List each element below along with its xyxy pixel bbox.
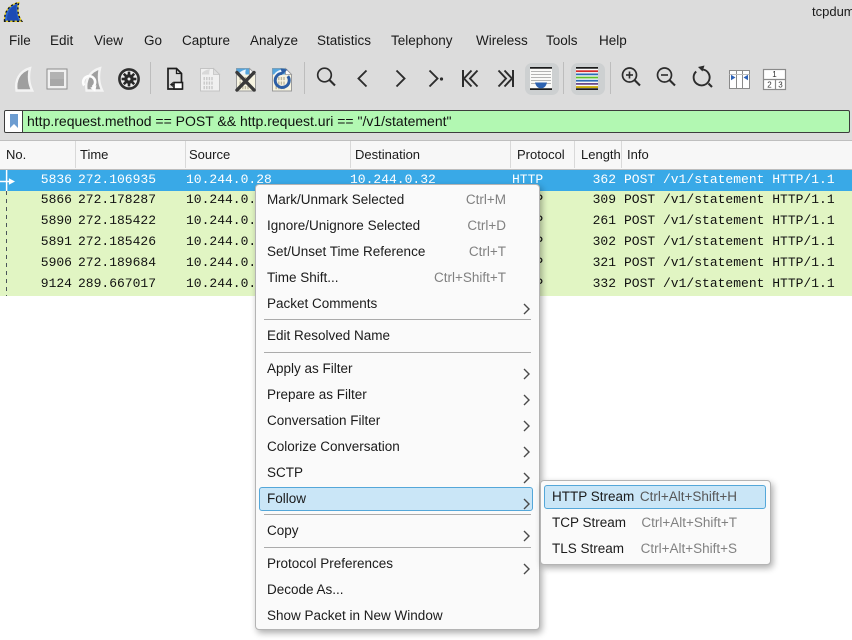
svg-text:2: 2	[767, 81, 772, 90]
svg-text:1: 1	[772, 70, 777, 79]
svg-text:3: 3	[778, 81, 783, 90]
